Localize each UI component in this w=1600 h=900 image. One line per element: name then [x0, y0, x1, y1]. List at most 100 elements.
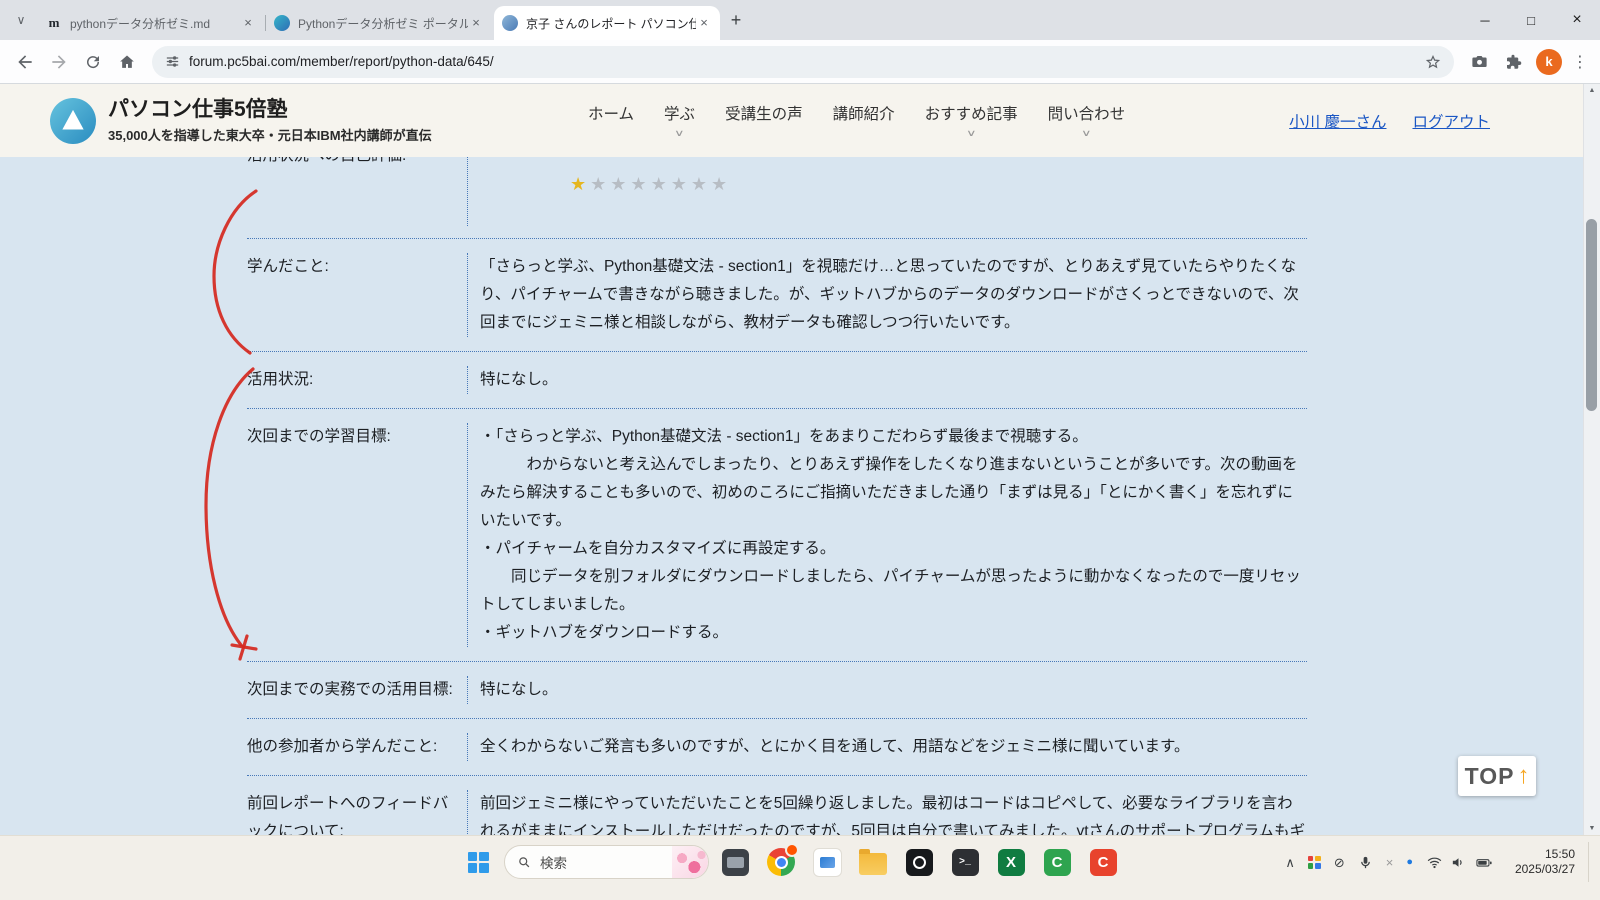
address-bar[interactable]: forum.pc5bai.com/member/report/python-da… [152, 46, 1454, 78]
monitor-icon [722, 849, 749, 876]
blue-status-dot-icon[interactable]: ● [1406, 857, 1413, 868]
browser-toolbar: forum.pc5bai.com/member/report/python-da… [0, 40, 1600, 84]
report-row-feedback: 前回レポートへのフィードバックについて: 前回ジェミニ様にやっていただいたことを… [247, 776, 1307, 836]
user-links: 小川 慶一さん ログアウト [1289, 84, 1490, 157]
tab-title: pythonデータ分析ゼミ.md [70, 15, 240, 32]
page-content: パソコン仕事5倍塾 35,000人を指導した東大卒・元日本IBM社内講師が直伝 … [0, 84, 1600, 836]
nav-item-articles[interactable]: おすすめ記事 ∨ [925, 102, 1018, 140]
row-label: 前回レポートへのフィードバックについて: [247, 790, 467, 836]
report-row-work-goal: 次回までの実務での活用目標: 特になし。 [247, 662, 1307, 719]
network-volume-battery-cluster[interactable] [1426, 854, 1494, 871]
taskbar-app-chrome[interactable] [761, 842, 801, 882]
taskbar-app-file-explorer[interactable] [853, 842, 893, 882]
do-not-disturb-icon[interactable]: ⊘ [1334, 856, 1345, 869]
browser-tab-3-active[interactable]: 京子 さんのレポート パソコン仕事 5 × [494, 6, 720, 40]
terminal-icon: >_ [952, 849, 979, 876]
browser-menu-button[interactable]: ⋮ [1568, 52, 1592, 72]
back-button[interactable] [8, 45, 42, 79]
window-minimize-button[interactable]: ─ [1462, 0, 1508, 40]
scroll-to-top-button[interactable]: TOP ↑ [1458, 756, 1536, 796]
url-text[interactable]: forum.pc5bai.com/member/report/python-da… [189, 54, 1424, 69]
tab-title: Pythonデータ分析ゼミ ポータルトッ [298, 15, 468, 32]
chevron-down-icon: ∨ [966, 128, 977, 139]
taskbar: 検索 >_ X C C ∧ ⊘ × ● [0, 835, 1600, 900]
taskbar-app-terminal[interactable]: >_ [945, 842, 985, 882]
row-label: 学んだこと: [247, 253, 467, 337]
page-scrollbar[interactable]: ▲ ▼ [1583, 84, 1600, 836]
nav-label: 学ぶ [664, 102, 695, 124]
extensions-button[interactable] [1496, 45, 1530, 79]
red-c-app-icon: C [1090, 849, 1117, 876]
notification-badge [785, 843, 799, 857]
report-row-usage: 活用状況: 特になし。 [247, 352, 1307, 409]
camera-button[interactable] [1462, 45, 1496, 79]
green-c-app-icon: C [1044, 849, 1071, 876]
clock-time: 15:50 [1507, 847, 1575, 862]
forward-arrow-icon [49, 52, 69, 72]
nav-label: ホーム [588, 102, 634, 124]
tray-chevron-up-icon[interactable]: ∧ [1285, 856, 1295, 869]
user-name-link[interactable]: 小川 慶一さん [1289, 110, 1386, 132]
scroll-down-arrow-icon[interactable]: ▼ [1584, 822, 1600, 836]
taskbar-search[interactable]: 検索 [504, 845, 709, 879]
browser-tab-2[interactable]: Pythonデータ分析ゼミ ポータルトッ × [266, 6, 492, 40]
row-label: 活用状況: [247, 366, 467, 394]
up-arrow-icon: ↑ [1517, 762, 1529, 790]
report-row-learned: 学んだこと: 「さらっと学ぶ、Python基礎文法 - section1」を視聴… [247, 239, 1307, 352]
taskbar-app-monitor[interactable] [715, 842, 755, 882]
site-title: パソコン仕事5倍塾 [108, 97, 432, 123]
tray-x-icon[interactable]: × [1386, 856, 1394, 869]
system-tray: ∧ ⊘ × ● [1285, 838, 1594, 886]
taskbar-app-dark[interactable] [899, 842, 939, 882]
window-close-button[interactable]: × [1554, 0, 1600, 40]
new-tab-button[interactable]: + [722, 6, 750, 34]
tab-close-icon[interactable]: × [240, 15, 256, 31]
home-button[interactable] [110, 45, 144, 79]
taskbar-app-mail[interactable] [807, 842, 847, 882]
row-label: 次回までの実務での活用目標: [247, 676, 467, 704]
nav-item-instructors[interactable]: 講師紹介 [833, 102, 895, 140]
taskbar-app-green-c[interactable]: C [1037, 842, 1077, 882]
profile-avatar[interactable]: k [1536, 49, 1562, 75]
nav-item-contact[interactable]: 問い合わせ ∨ [1048, 102, 1126, 140]
reload-button[interactable] [76, 45, 110, 79]
start-button[interactable] [458, 842, 498, 882]
tab-close-icon[interactable]: × [468, 15, 484, 31]
row-value: ・「さらっと学ぶ、Python基礎文法 - section1」をあまりこだわらず… [467, 423, 1307, 647]
bookmark-star-icon[interactable] [1424, 53, 1442, 71]
show-desktop-button[interactable] [1588, 842, 1594, 882]
home-icon [117, 52, 137, 72]
reload-icon [84, 53, 102, 71]
site-brand[interactable]: パソコン仕事5倍塾 35,000人を指導した東大卒・元日本IBM社内講師が直伝 [50, 97, 432, 144]
search-placeholder: 検索 [540, 852, 567, 872]
scrollbar-thumb[interactable] [1586, 219, 1597, 411]
row-label: 活用状況への自己評価: [247, 157, 467, 226]
battery-icon [1474, 854, 1494, 871]
nav-item-learn[interactable]: 学ぶ ∨ [664, 102, 695, 140]
screen: ∨ m pythonデータ分析ゼミ.md × Pythonデータ分析ゼミ ポータ… [0, 0, 1600, 900]
camera-icon [1470, 52, 1489, 71]
browser-tab-1[interactable]: m pythonデータ分析ゼミ.md × [38, 6, 264, 40]
search-icon [517, 855, 532, 870]
dark-app-icon [906, 849, 933, 876]
logout-link[interactable]: ログアウト [1412, 110, 1490, 132]
nav-label: 問い合わせ [1048, 102, 1126, 124]
microphone-icon[interactable] [1358, 855, 1373, 870]
tab-close-icon[interactable]: × [696, 15, 712, 31]
taskbar-app-excel[interactable]: X [991, 842, 1031, 882]
excel-icon: X [998, 849, 1025, 876]
scroll-up-arrow-icon[interactable]: ▲ [1584, 84, 1600, 98]
tab-search-button[interactable]: ∨ [8, 7, 34, 33]
clock-date: 2025/03/27 [1507, 862, 1575, 877]
taskbar-clock[interactable]: 15:50 2025/03/27 [1507, 847, 1575, 877]
nav-item-home[interactable]: ホーム [588, 102, 634, 140]
taskbar-app-red-c[interactable]: C [1083, 842, 1123, 882]
volume-icon [1450, 854, 1467, 871]
nav-item-voices[interactable]: 受講生の声 [725, 102, 803, 140]
forward-button[interactable] [42, 45, 76, 79]
seasonal-flower-image[interactable] [672, 846, 708, 878]
mail-app-icon [813, 848, 842, 877]
window-maximize-button[interactable]: □ [1508, 0, 1554, 40]
tray-grid-icon[interactable] [1308, 856, 1321, 869]
site-subtitle: 35,000人を指導した東大卒・元日本IBM社内講師が直伝 [108, 125, 432, 144]
